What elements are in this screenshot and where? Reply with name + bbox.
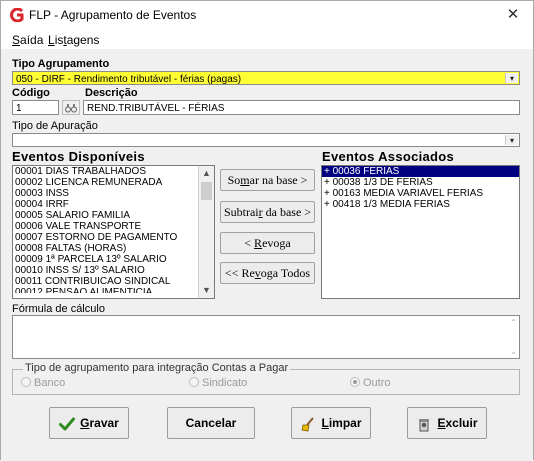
subtrair-da-base-button[interactable]: Subtrair da base > xyxy=(220,201,315,223)
list-item[interactable]: 00006 VALE TRANSPORTE xyxy=(13,221,214,232)
close-icon: ✕ xyxy=(506,6,520,23)
descricao-input[interactable]: REND.TRIBUTÁVEL - FÉRIAS xyxy=(83,100,520,115)
window-title: FLP - Agrupamento de Eventos xyxy=(29,8,197,22)
eventos-associados-list[interactable]: + 00036 FERIAS + 00038 1/3 DE FERIAS + 0… xyxy=(321,165,520,299)
menu-listagens[interactable]: Listagens xyxy=(48,33,99,47)
search-button[interactable] xyxy=(62,100,80,115)
list-item[interactable]: 00004 IRRF xyxy=(13,199,214,210)
gravar-button[interactable]: Gravar xyxy=(49,407,129,439)
list-item[interactable]: 00005 SALARIO FAMILIA xyxy=(13,210,214,221)
radio-selected-icon xyxy=(350,377,360,387)
scroll-thumb[interactable] xyxy=(201,182,212,200)
footer-bar: Gravar Cancelar Limpar Excluir xyxy=(1,396,533,461)
vertical-scrollbar[interactable]: ▲ ▼ xyxy=(198,166,214,298)
list-item[interactable]: 00012 PENSAO ALIMENTICIA xyxy=(13,287,214,293)
list-item[interactable]: + 00038 1/3 DE FERIAS xyxy=(322,177,519,188)
radio-outro[interactable]: Outro xyxy=(350,377,391,389)
list-item[interactable]: + 00418 1/3 MEDIA FERIAS xyxy=(322,199,519,210)
chevron-down-icon[interactable]: ▾ xyxy=(505,73,518,83)
scroll-up-icon[interactable]: ⌃ xyxy=(510,318,517,327)
eventos-disponiveis-list[interactable]: 00001 DIAS TRABALHADOS 00002 LICENCA REM… xyxy=(12,165,215,299)
codigo-label: Código xyxy=(12,87,50,99)
binoculars-icon xyxy=(64,104,78,113)
radio-icon xyxy=(21,377,31,387)
list-item[interactable]: 00010 INSS S/ 13º SALARIO xyxy=(13,265,214,276)
menu-saida[interactable]: Saída xyxy=(12,33,43,47)
formula-textarea[interactable]: ⌃ ⌄ xyxy=(12,315,520,359)
integracao-legend: Tipo de agrupamento para integração Cont… xyxy=(23,362,291,374)
codigo-input[interactable]: 1 xyxy=(12,100,59,115)
broom-icon xyxy=(302,417,315,432)
formula-label: Fórmula de cálculo xyxy=(12,303,105,315)
app-logo-icon xyxy=(10,8,24,22)
list-item[interactable]: + 00163 MEDIA VARIAVEL FERIAS xyxy=(322,188,519,199)
tipo-agrupamento-select[interactable]: 050 - DIRF - Rendimento tributável - fér… xyxy=(12,71,520,85)
scroll-up-icon[interactable]: ▲ xyxy=(199,166,214,181)
list-item[interactable]: 00007 ESTORNO DE PAGAMENTO xyxy=(13,232,214,243)
chevron-down-icon[interactable]: ▾ xyxy=(505,135,518,145)
scroll-down-icon[interactable]: ▼ xyxy=(199,283,214,298)
scroll-down-icon[interactable]: ⌄ xyxy=(510,347,517,356)
form-content: Tipo Agrupamento 050 - DIRF - Rendimento… xyxy=(1,51,533,461)
list-item[interactable]: 00001 DIAS TRABALHADOS xyxy=(13,166,214,177)
radio-banco[interactable]: Banco xyxy=(21,377,65,389)
revoga-button[interactable]: < Revoga xyxy=(220,232,315,254)
list-item-selected[interactable]: + 00036 FERIAS xyxy=(322,166,519,177)
descricao-label: Descrição xyxy=(85,87,138,99)
delete-icon xyxy=(419,418,430,432)
title-bar: FLP - Agrupamento de Eventos ✕ xyxy=(1,1,533,29)
radio-icon xyxy=(189,377,199,387)
check-icon xyxy=(59,417,76,431)
close-button[interactable]: ✕ xyxy=(493,1,533,29)
list-item[interactable]: 00009 1ª PARCELA 13º SALARIO xyxy=(13,254,214,265)
list-item[interactable]: 00002 LICENCA REMUNERADA xyxy=(13,177,214,188)
cancelar-button[interactable]: Cancelar xyxy=(167,407,255,439)
somar-na-base-button[interactable]: Somar na base > xyxy=(220,169,315,191)
tipo-apuracao-label: Tipo de Apuração xyxy=(12,120,98,132)
list-item[interactable]: 00008 FALTAS (HORAS) xyxy=(13,243,214,254)
list-item[interactable]: 00003 INSS xyxy=(13,188,214,199)
limpar-button[interactable]: Limpar xyxy=(291,407,371,439)
excluir-button[interactable]: Excluir xyxy=(407,407,487,439)
radio-sindicato[interactable]: Sindicato xyxy=(189,377,247,389)
menu-bar: Saída Listagens xyxy=(1,29,533,49)
list-item[interactable]: 00011 CONTRIBUICAO SINDICAL xyxy=(13,276,214,287)
tipo-apuracao-select[interactable]: ▾ xyxy=(12,133,520,147)
eventos-disponiveis-label: Eventos Disponíveis xyxy=(12,149,145,164)
tipo-agrupamento-label: Tipo Agrupamento xyxy=(12,58,110,70)
eventos-associados-label: Eventos Associados xyxy=(322,149,455,164)
window: FLP - Agrupamento de Eventos ✕ Saída Lis… xyxy=(0,0,534,461)
revoga-todos-button[interactable]: << Revoga Todos xyxy=(220,262,315,284)
